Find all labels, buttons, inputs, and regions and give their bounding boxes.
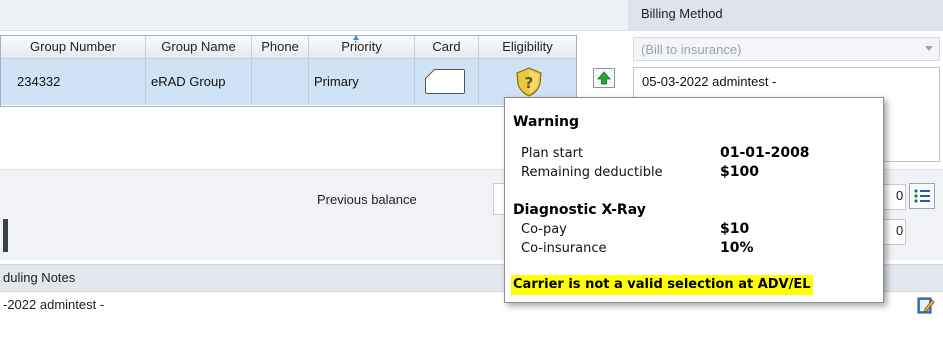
remaining-deductible-value: $100 — [720, 164, 759, 180]
coinsurance-label: Co-insurance — [521, 241, 607, 256]
move-priority-up-button[interactable] — [593, 68, 615, 88]
question-shield-icon[interactable]: ? — [515, 67, 543, 97]
carrier-alert: Carrier is not a valid selection at ADV/… — [511, 275, 813, 295]
column-card[interactable]: Card — [415, 36, 479, 58]
left-edge-control — [3, 219, 8, 252]
up-arrow-icon — [597, 71, 611, 85]
column-priority[interactable]: Priority — [309, 35, 415, 58]
eligibility-tooltip: Warning Plan start 01-01-2008 Remaining … — [504, 97, 884, 303]
copay-value: $10 — [720, 221, 750, 237]
edit-note-icon[interactable] — [917, 296, 935, 314]
billing-method-select-value: (Bill to insurance) — [641, 42, 742, 57]
tooltip-heading: Warning — [513, 114, 580, 130]
table-row[interactable]: 234332 eRAD Group Primary ? — [1, 59, 576, 105]
sort-ascending-icon — [353, 35, 359, 40]
scheduling-notes-text: -2022 admintest - — [3, 297, 105, 312]
scheduling-notes-title: duling Notes — [3, 270, 76, 285]
grid-header: Group Number Group Name Phone Priority C… — [1, 35, 576, 59]
balance-field-a-value: 0 — [896, 188, 904, 203]
cell-group-name: eRAD Group — [146, 59, 252, 105]
billing-method-title: Billing Method — [641, 6, 723, 21]
cell-priority: Primary — [309, 59, 415, 105]
previous-balance-label: Previous balance — [317, 192, 417, 207]
column-group-number[interactable]: Group Number — [1, 36, 146, 58]
column-priority-label: Priority — [341, 39, 382, 54]
svg-text:?: ? — [525, 74, 534, 92]
column-eligibility[interactable]: Eligibility — [479, 36, 576, 58]
service-name: Diagnostic X-Ray — [513, 202, 646, 218]
chevron-down-icon[interactable] — [925, 46, 933, 51]
remaining-deductible-label: Remaining deductible — [521, 165, 663, 180]
column-phone[interactable]: Phone — [252, 36, 309, 58]
cell-group-number: 234332 — [1, 59, 146, 105]
copay-label: Co-pay — [521, 222, 567, 237]
list-icon — [914, 189, 930, 203]
coinsurance-value: 10% — [720, 240, 754, 256]
insurance-grid: Group Number Group Name Phone Priority C… — [0, 35, 577, 107]
list-button[interactable] — [909, 183, 935, 209]
card-corner-icon — [424, 68, 436, 80]
balance-field-b-value: 0 — [896, 223, 904, 238]
billing-notes-text: 05-03-2022 admintest - — [642, 74, 777, 89]
column-group-name[interactable]: Group Name — [146, 36, 252, 58]
plan-start-value: 01-01-2008 — [720, 145, 810, 161]
cell-phone — [252, 59, 309, 105]
cell-card[interactable] — [415, 59, 479, 105]
plan-start-label: Plan start — [521, 146, 584, 161]
